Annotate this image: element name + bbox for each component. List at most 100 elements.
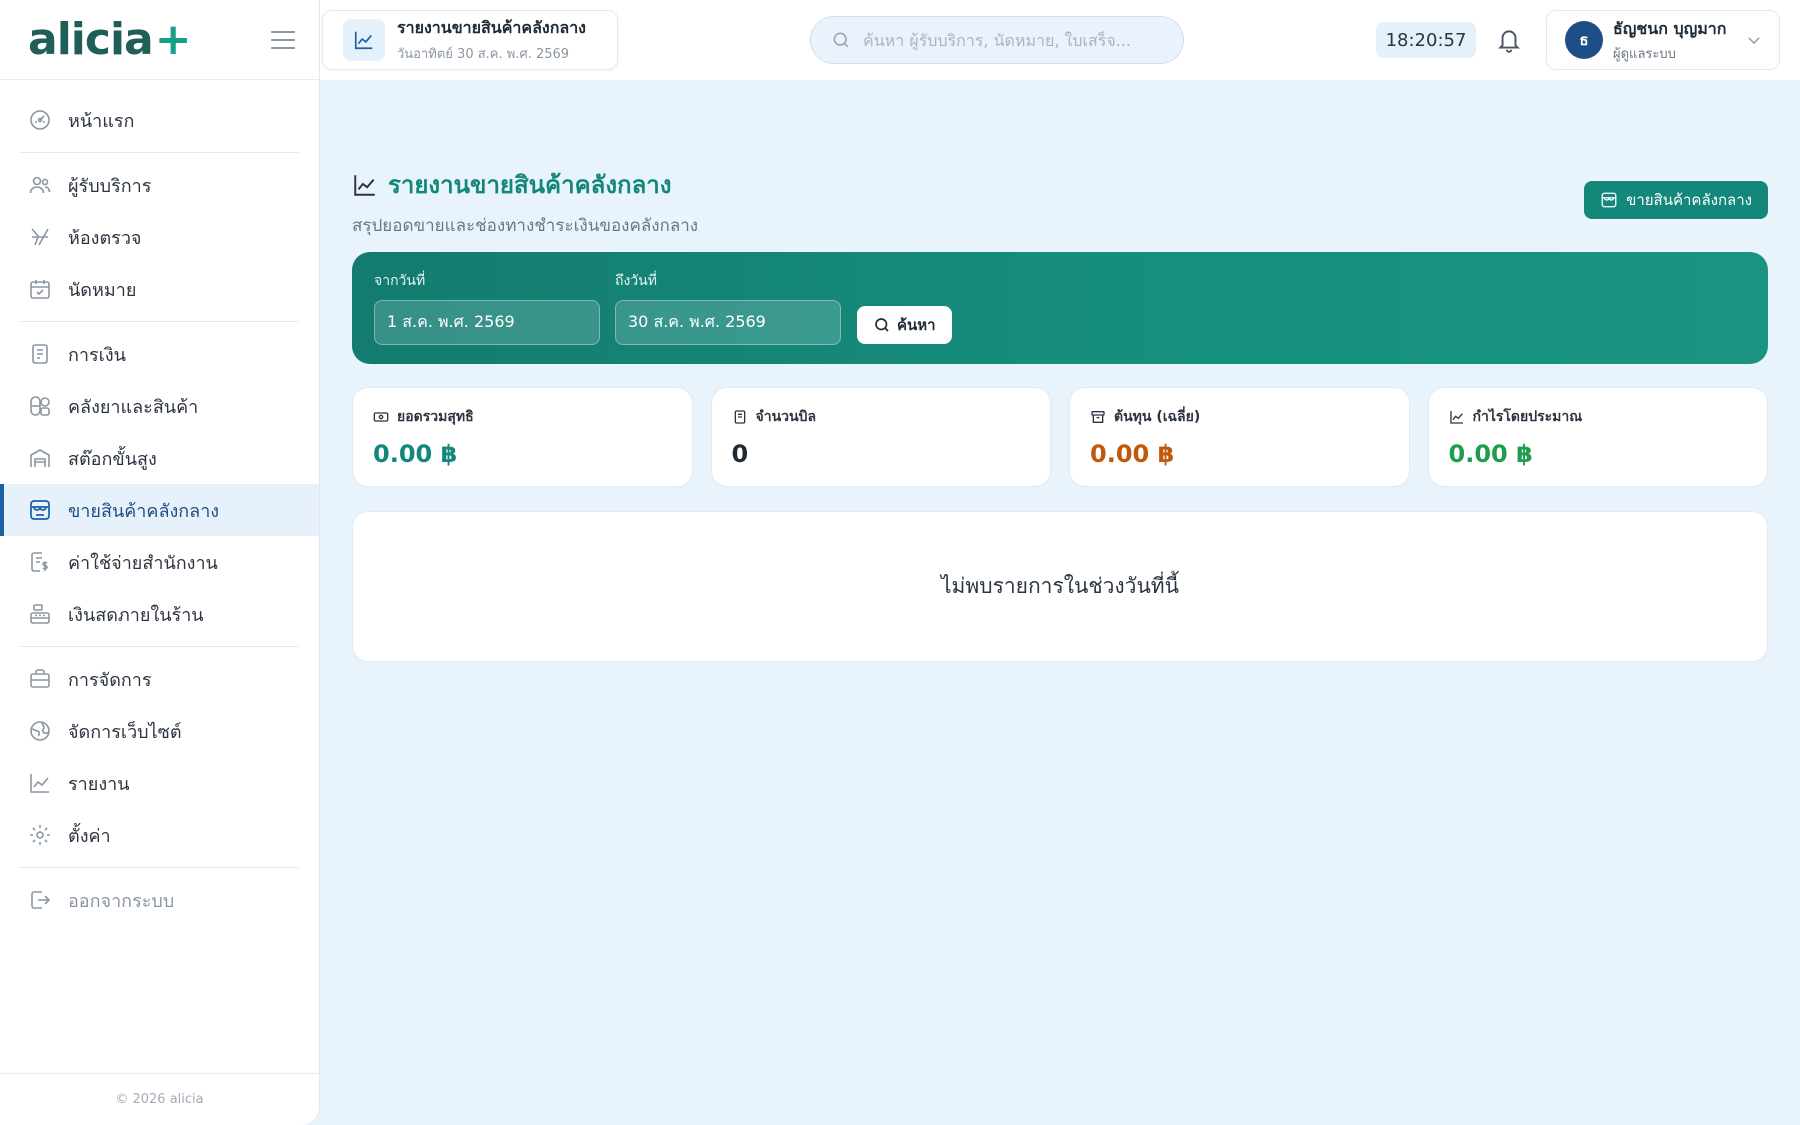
sidebar-item-reports[interactable]: รายงาน (0, 757, 319, 809)
logo-row: alicia + (0, 0, 319, 80)
sidebar: alicia + หน้าแรก ผู้รับบริการ ห้องตรวจ นั… (0, 0, 320, 1125)
sidebar-item-label: รายงาน (68, 773, 130, 795)
expense-icon (31, 552, 48, 572)
logo-text: alicia (28, 14, 154, 65)
card-value: 0.00 ฿ (373, 440, 458, 468)
chart-line-icon (30, 774, 49, 793)
global-search (810, 16, 1184, 64)
sidebar-item-label: คลังยาและสินค้า (68, 396, 199, 418)
sidebar-item-advanced-stock[interactable]: สต๊อกขั้นสูง (0, 432, 319, 484)
notification-bell-icon[interactable] (1496, 26, 1522, 54)
user-menu[interactable]: ธ ธัญชนก บุญมาก ผู้ดูแลระบบ (1546, 10, 1780, 70)
card-label-row: ต้นทุน (เฉลี่ย) (1090, 406, 1389, 428)
nav-group-services: ผู้รับบริการ ห้องตรวจ นัดหมาย (20, 153, 299, 322)
sidebar-item-label: ตั้งค่า (68, 825, 111, 847)
sidebar-item-exam-room[interactable]: ห้องตรวจ (0, 211, 319, 263)
sidebar-item-home[interactable]: หน้าแรก (0, 94, 319, 146)
net-total-card: ยอดรวมสุทธิ 0.00 ฿ (352, 387, 693, 487)
stethoscope-icon (31, 228, 49, 246)
sidebar-item-label: สต๊อกขั้นสูง (68, 448, 157, 470)
chart-line-icon (343, 19, 385, 61)
sell-button-label: ขายสินค้าคลังกลาง (1626, 191, 1752, 209)
sidebar-item-central-sales[interactable]: ขายสินค้าคลังกลาง (0, 484, 319, 536)
average-cost-card: ต้นทุน (เฉลี่ย) 0.00 ฿ (1069, 387, 1410, 487)
sidebar-item-office-expenses[interactable]: ค่าใช้จ่ายสำนักงาน (0, 536, 319, 588)
page-title: รายงานขายสินค้าคลังกลาง (388, 171, 672, 199)
nav-group-logout: ออกจากระบบ (20, 868, 299, 932)
sidebar-item-label: ค่าใช้จ่ายสำนักงาน (68, 552, 218, 574)
to-date-label: ถึงวันที่ (615, 273, 657, 289)
sidebar-item-label: การเงิน (68, 344, 126, 366)
search-input[interactable] (863, 30, 1163, 50)
card-label-row: กำไรโดยประมาณ (1449, 406, 1748, 428)
store-icon (30, 500, 50, 520)
trend-icon (1449, 411, 1463, 424)
sidebar-item-appointments[interactable]: นัดหมาย (0, 263, 319, 315)
date-filter-panel: จากวันที่ ถึงวันที่ ค้นหา (352, 252, 1768, 364)
logo[interactable]: alicia + (28, 14, 192, 65)
sidebar-item-clients[interactable]: ผู้รับบริการ (0, 159, 319, 211)
search-button-label: ค้นหา (897, 316, 936, 334)
box-icon (1091, 411, 1105, 423)
calendar-icon (30, 280, 50, 299)
card-label-row: ยอดรวมสุทธิ (373, 406, 672, 428)
clock-display: 18:20:57 (1376, 22, 1476, 58)
sidebar-item-management[interactable]: การจัดการ (0, 653, 319, 705)
search-icon (875, 318, 889, 332)
card-value: 0.00 ฿ (1448, 440, 1533, 468)
pills-icon (30, 396, 50, 416)
card-value: 0 (731, 440, 749, 468)
avatar: ธ (1565, 21, 1603, 59)
sidebar-item-website[interactable]: จัดการเว็บไซต์ (0, 705, 319, 757)
sidebar-item-settings[interactable]: ตั้งค่า (0, 809, 319, 861)
summary-cards: ยอดรวมสุทธิ 0.00 ฿ จำนวนบิล 0 ต้นทุน (เฉ… (352, 387, 1768, 487)
menu-toggle-icon[interactable] (271, 30, 295, 49)
sidebar-footer: © 2026 alicia (0, 1073, 319, 1125)
sidebar-item-label: หน้าแรก (68, 110, 135, 132)
card-label: จำนวนบิล (755, 409, 817, 425)
nav-group-management: การจัดการ จัดการเว็บไซต์ รายงาน ตั้งค่า (20, 647, 299, 868)
dashboard-icon (30, 110, 50, 130)
logout-icon (31, 891, 51, 909)
user-role: ผู้ดูแลระบบ (1613, 46, 1676, 62)
sidebar-item-pharmacy[interactable]: คลังยาและสินค้า (0, 380, 319, 432)
bill-count-card: จำนวนบิล 0 (710, 387, 1051, 487)
store-icon (1601, 192, 1617, 208)
from-date-input[interactable] (374, 300, 600, 345)
to-date-field: ถึงวันที่ (615, 270, 841, 345)
title-row: รายงานขายสินค้าคลังกลาง สรุปยอดขายและช่อ… (352, 165, 1768, 236)
sell-central-stock-button[interactable]: ขายสินค้าคลังกลาง (1584, 181, 1768, 219)
chip-date: วันอาทิตย์ 30 ส.ค. พ.ศ. 2569 (397, 47, 570, 62)
chip-title: รายงานขายสินค้าคลังกลาง (397, 18, 586, 37)
sidebar-item-finance[interactable]: การเงิน (0, 328, 319, 380)
sidebar-item-label: การจัดการ (68, 669, 152, 691)
from-date-label: จากวันที่ (374, 273, 426, 289)
gear-icon (30, 825, 50, 845)
search-icon (833, 32, 849, 48)
nav-group-home: หน้าแรก (20, 92, 299, 153)
estimated-profit-card: กำไรโดยประมาณ 0.00 ฿ (1427, 387, 1768, 487)
sidebar-item-store-cash[interactable]: เงินสดภายในร้าน (0, 588, 319, 640)
globe-icon (30, 721, 50, 741)
briefcase-icon (30, 669, 50, 688)
sidebar-item-logout[interactable]: ออกจากระบบ (0, 874, 319, 926)
card-label: ต้นทุน (เฉลี่ย) (1114, 409, 1201, 425)
search-button[interactable]: ค้นหา (857, 306, 952, 344)
users-icon (29, 176, 51, 194)
logo-plus: + (154, 14, 192, 65)
page-title-row: รายงานขายสินค้าคลังกลาง (352, 165, 1768, 204)
empty-results: ไม่พบรายการในช่วงวันที่นี้ (352, 511, 1768, 662)
sidebar-item-label: จัดการเว็บไซต์ (68, 721, 182, 743)
sidebar-item-label: ห้องตรวจ (68, 227, 142, 249)
page-subtitle: สรุปยอดขายและช่องทางชำระเงินของคลังกลาง (352, 216, 699, 236)
from-date-field: จากวันที่ (374, 270, 600, 345)
top-header: รายงานขายสินค้าคลังกลาง วันอาทิตย์ 30 ส.… (320, 0, 1800, 80)
user-name: ธัญชนก บุญมาก (1613, 18, 1727, 38)
sidebar-nav: หน้าแรก ผู้รับบริการ ห้องตรวจ นัดหมาย กา… (0, 80, 319, 932)
nav-group-finance: การเงิน คลังยาและสินค้า สต๊อกขั้นสูง ขาย… (0, 322, 319, 647)
chevron-down-icon (1748, 37, 1760, 44)
card-value: 0.00 ฿ (1090, 440, 1175, 468)
to-date-input[interactable] (615, 300, 841, 345)
card-label: กำไรโดยประมาณ (1472, 409, 1583, 425)
bill-icon (734, 410, 745, 424)
